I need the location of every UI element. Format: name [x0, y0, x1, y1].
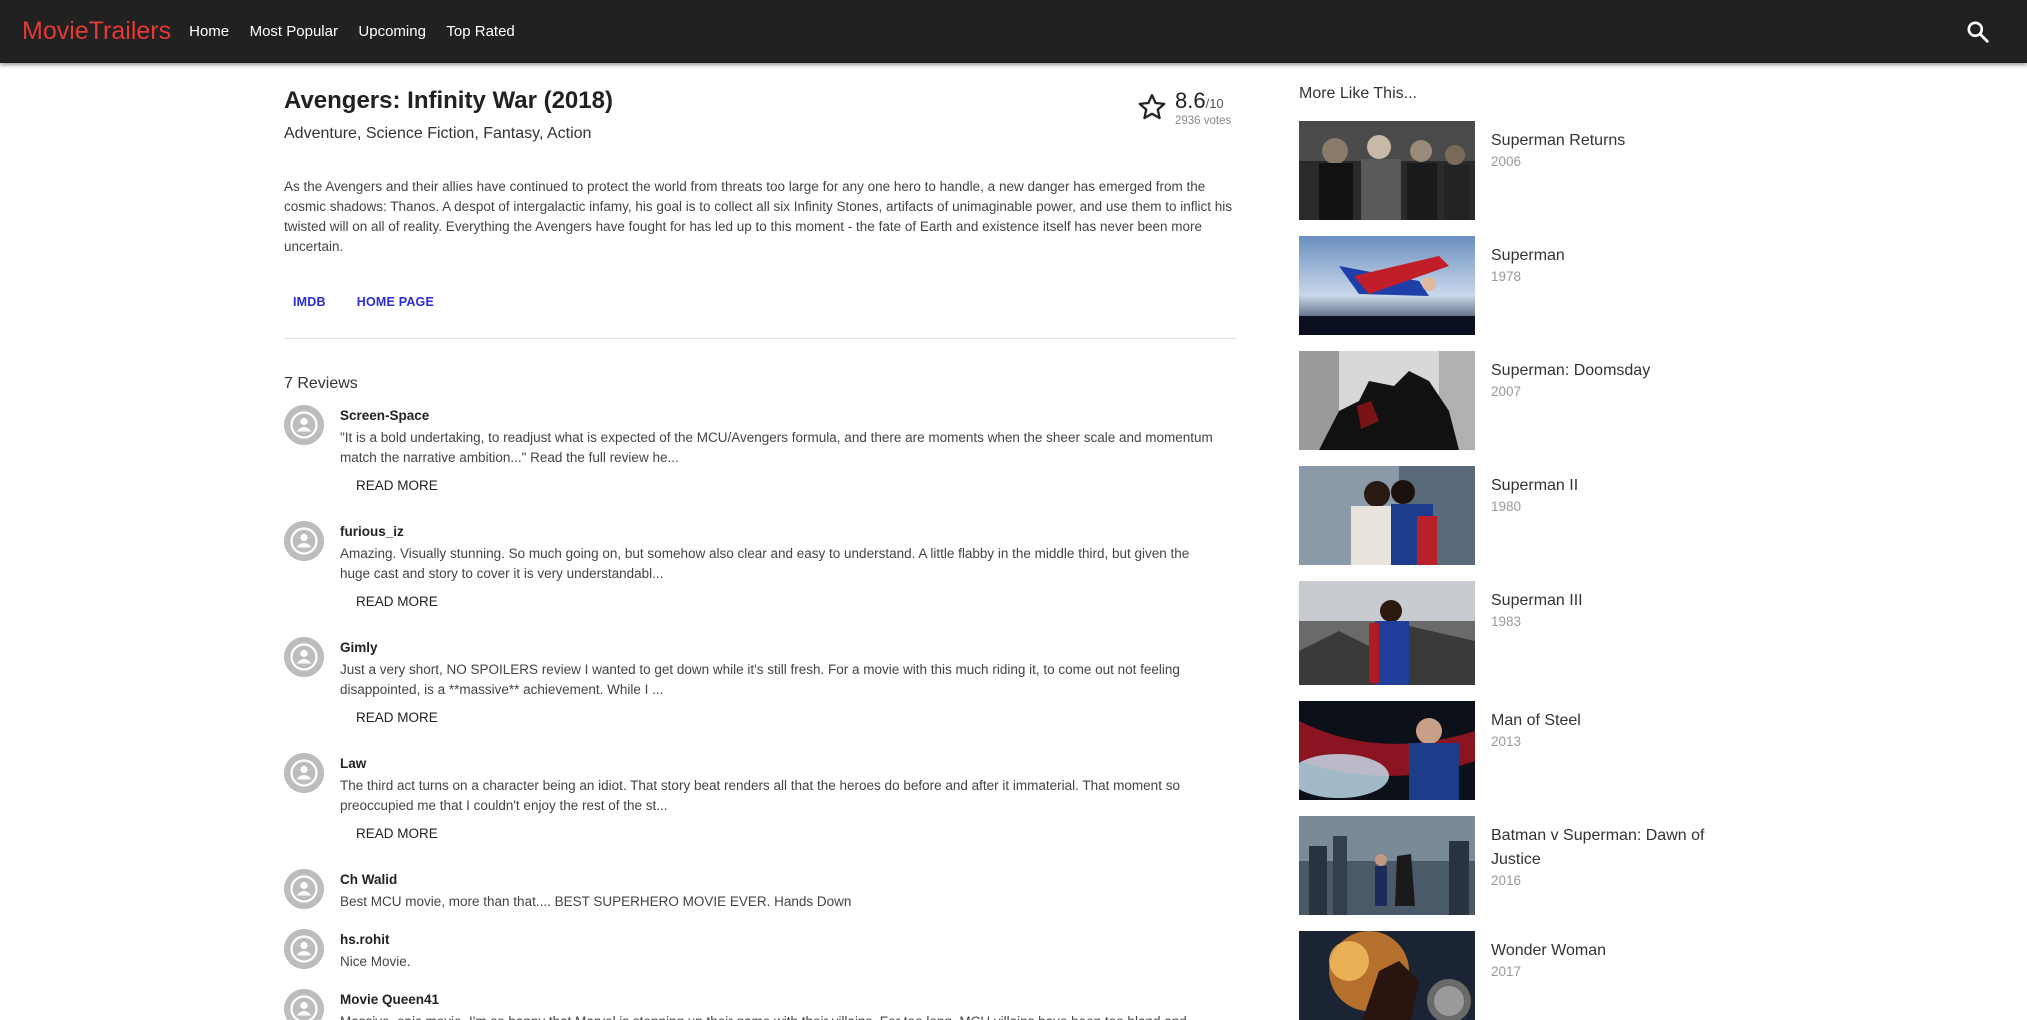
similar-movie-year: 2006	[1491, 154, 1522, 169]
similar-movie-title[interactable]: Wonder Woman	[1491, 939, 1721, 963]
movie-thumbnail[interactable]	[1299, 581, 1475, 685]
similar-movie-year: 2016	[1491, 873, 1522, 888]
similar-movie-title[interactable]: Man of Steel	[1491, 709, 1721, 733]
brand-logo[interactable]: MovieTrailers	[22, 17, 171, 46]
avatar-icon	[284, 989, 324, 1020]
review-text: Amazing. Visually stunning. So much goin…	[340, 546, 1190, 581]
avatar-icon	[284, 405, 324, 445]
similar-movie-title[interactable]: Superman	[1491, 244, 1721, 268]
movie-title: Avengers: Infinity War (2018)	[284, 87, 613, 114]
review-text: Nice Movie.	[340, 954, 411, 969]
review-author: Screen-Space	[340, 408, 430, 423]
read-more-button[interactable]: READ MORE	[350, 476, 444, 495]
similar-movie-title[interactable]: Batman v Superman: Dawn of Justice	[1491, 824, 1721, 872]
movie-thumbnail[interactable]	[1299, 236, 1475, 335]
external-links: IMDB HOME PAGE	[284, 289, 456, 315]
nav-top-rated[interactable]: Top Rated	[446, 23, 514, 40]
similar-movie-card[interactable]: Superman 1978	[1299, 236, 1719, 336]
star-outline-icon[interactable]	[1137, 92, 1167, 122]
avatar-icon	[284, 521, 324, 561]
avatar-icon	[284, 637, 324, 677]
review-author: hs.rohit	[340, 932, 390, 947]
review-author: Law	[340, 756, 367, 771]
similar-movie-year: 1983	[1491, 614, 1522, 629]
similar-movie-year: 2007	[1491, 384, 1522, 399]
movie-thumbnail[interactable]	[1299, 701, 1475, 800]
rating-block: 8.6/10 2936 votes	[1137, 85, 1237, 135]
similar-movie-card[interactable]: Superman Returns 2006	[1299, 121, 1719, 221]
similar-movie-year: 1980	[1491, 499, 1522, 514]
similar-movie-card[interactable]: Superman III 1983	[1299, 581, 1721, 685]
read-more-button[interactable]: READ MORE	[350, 592, 444, 611]
similar-movie-year: 2017	[1491, 964, 1522, 979]
reviews-count: 7 Reviews	[284, 375, 358, 392]
search-icon[interactable]	[1965, 19, 1991, 45]
similar-movie-card[interactable]: Superman II 1980	[1299, 466, 1719, 566]
review-author: Movie Queen41	[340, 992, 440, 1007]
similar-movie-card[interactable]: Batman v Superman: Dawn of Justice 2016	[1299, 816, 1719, 916]
movie-thumbnail[interactable]	[1299, 121, 1475, 220]
review-text: Best MCU movie, more than that.... BEST …	[340, 894, 852, 909]
imdb-link[interactable]: IMDB	[284, 289, 335, 315]
review-author: Ch Walid	[340, 872, 398, 887]
read-more-button[interactable]: READ MORE	[350, 708, 444, 727]
movie-genres: Adventure, Science Fiction, Fantasy, Act…	[284, 125, 592, 142]
rating-value: 8.6	[1175, 88, 1206, 113]
avatar-icon	[284, 753, 324, 793]
rating-score: 8.6/10	[1175, 88, 1224, 114]
review-text: Just a very short, NO SPOILERS review I …	[340, 662, 1180, 697]
movie-thumbnail[interactable]	[1299, 816, 1475, 915]
avatar-icon	[284, 869, 324, 909]
similar-movie-title[interactable]: Superman II	[1491, 474, 1721, 498]
similar-movie-title[interactable]: Superman Returns	[1491, 129, 1721, 153]
nav-most-popular[interactable]: Most Popular	[250, 23, 338, 40]
homepage-link[interactable]: HOME PAGE	[348, 289, 443, 315]
movie-thumbnail[interactable]	[1299, 931, 1475, 1020]
avatar-icon	[284, 929, 324, 969]
review-author: furious_iz	[340, 524, 404, 539]
more-like-this-title: More Like This...	[1299, 85, 1417, 102]
top-app-bar: MovieTrailers Home Most Popular Upcoming…	[0, 0, 2027, 63]
nav-home[interactable]: Home	[189, 23, 229, 40]
similar-movie-title[interactable]: Superman: Doomsday	[1491, 359, 1721, 383]
vote-count: 2936 votes	[1175, 115, 1232, 127]
similar-movie-year: 1978	[1491, 269, 1522, 284]
rating-max: /10	[1205, 96, 1224, 111]
movie-overview: As the Avengers and their allies have co…	[284, 179, 1232, 254]
similar-movie-year: 2013	[1491, 734, 1522, 749]
similar-movie-card[interactable]: Superman: Doomsday 2007	[1299, 351, 1719, 451]
review-text: The third act turns on a character being…	[340, 778, 1180, 813]
nav-upcoming[interactable]: Upcoming	[358, 23, 426, 40]
movie-thumbnail[interactable]	[1299, 351, 1475, 450]
similar-movie-card[interactable]: Wonder Woman 2017	[1299, 931, 1719, 1020]
similar-movie-title[interactable]: Superman III	[1491, 589, 1721, 613]
movie-thumbnail[interactable]	[1299, 466, 1475, 565]
review-author: Gimly	[340, 640, 378, 655]
review-text: "It is a bold undertaking, to readjust w…	[340, 430, 1213, 465]
divider	[284, 338, 1237, 339]
read-more-button[interactable]: READ MORE	[350, 824, 444, 843]
similar-movie-card[interactable]: Man of Steel 2013	[1299, 701, 1719, 801]
main-nav: Home Most Popular Upcoming Top Rated	[189, 23, 531, 41]
review-text: Massive, epic movie. I'm so happy that M…	[340, 1012, 1220, 1020]
